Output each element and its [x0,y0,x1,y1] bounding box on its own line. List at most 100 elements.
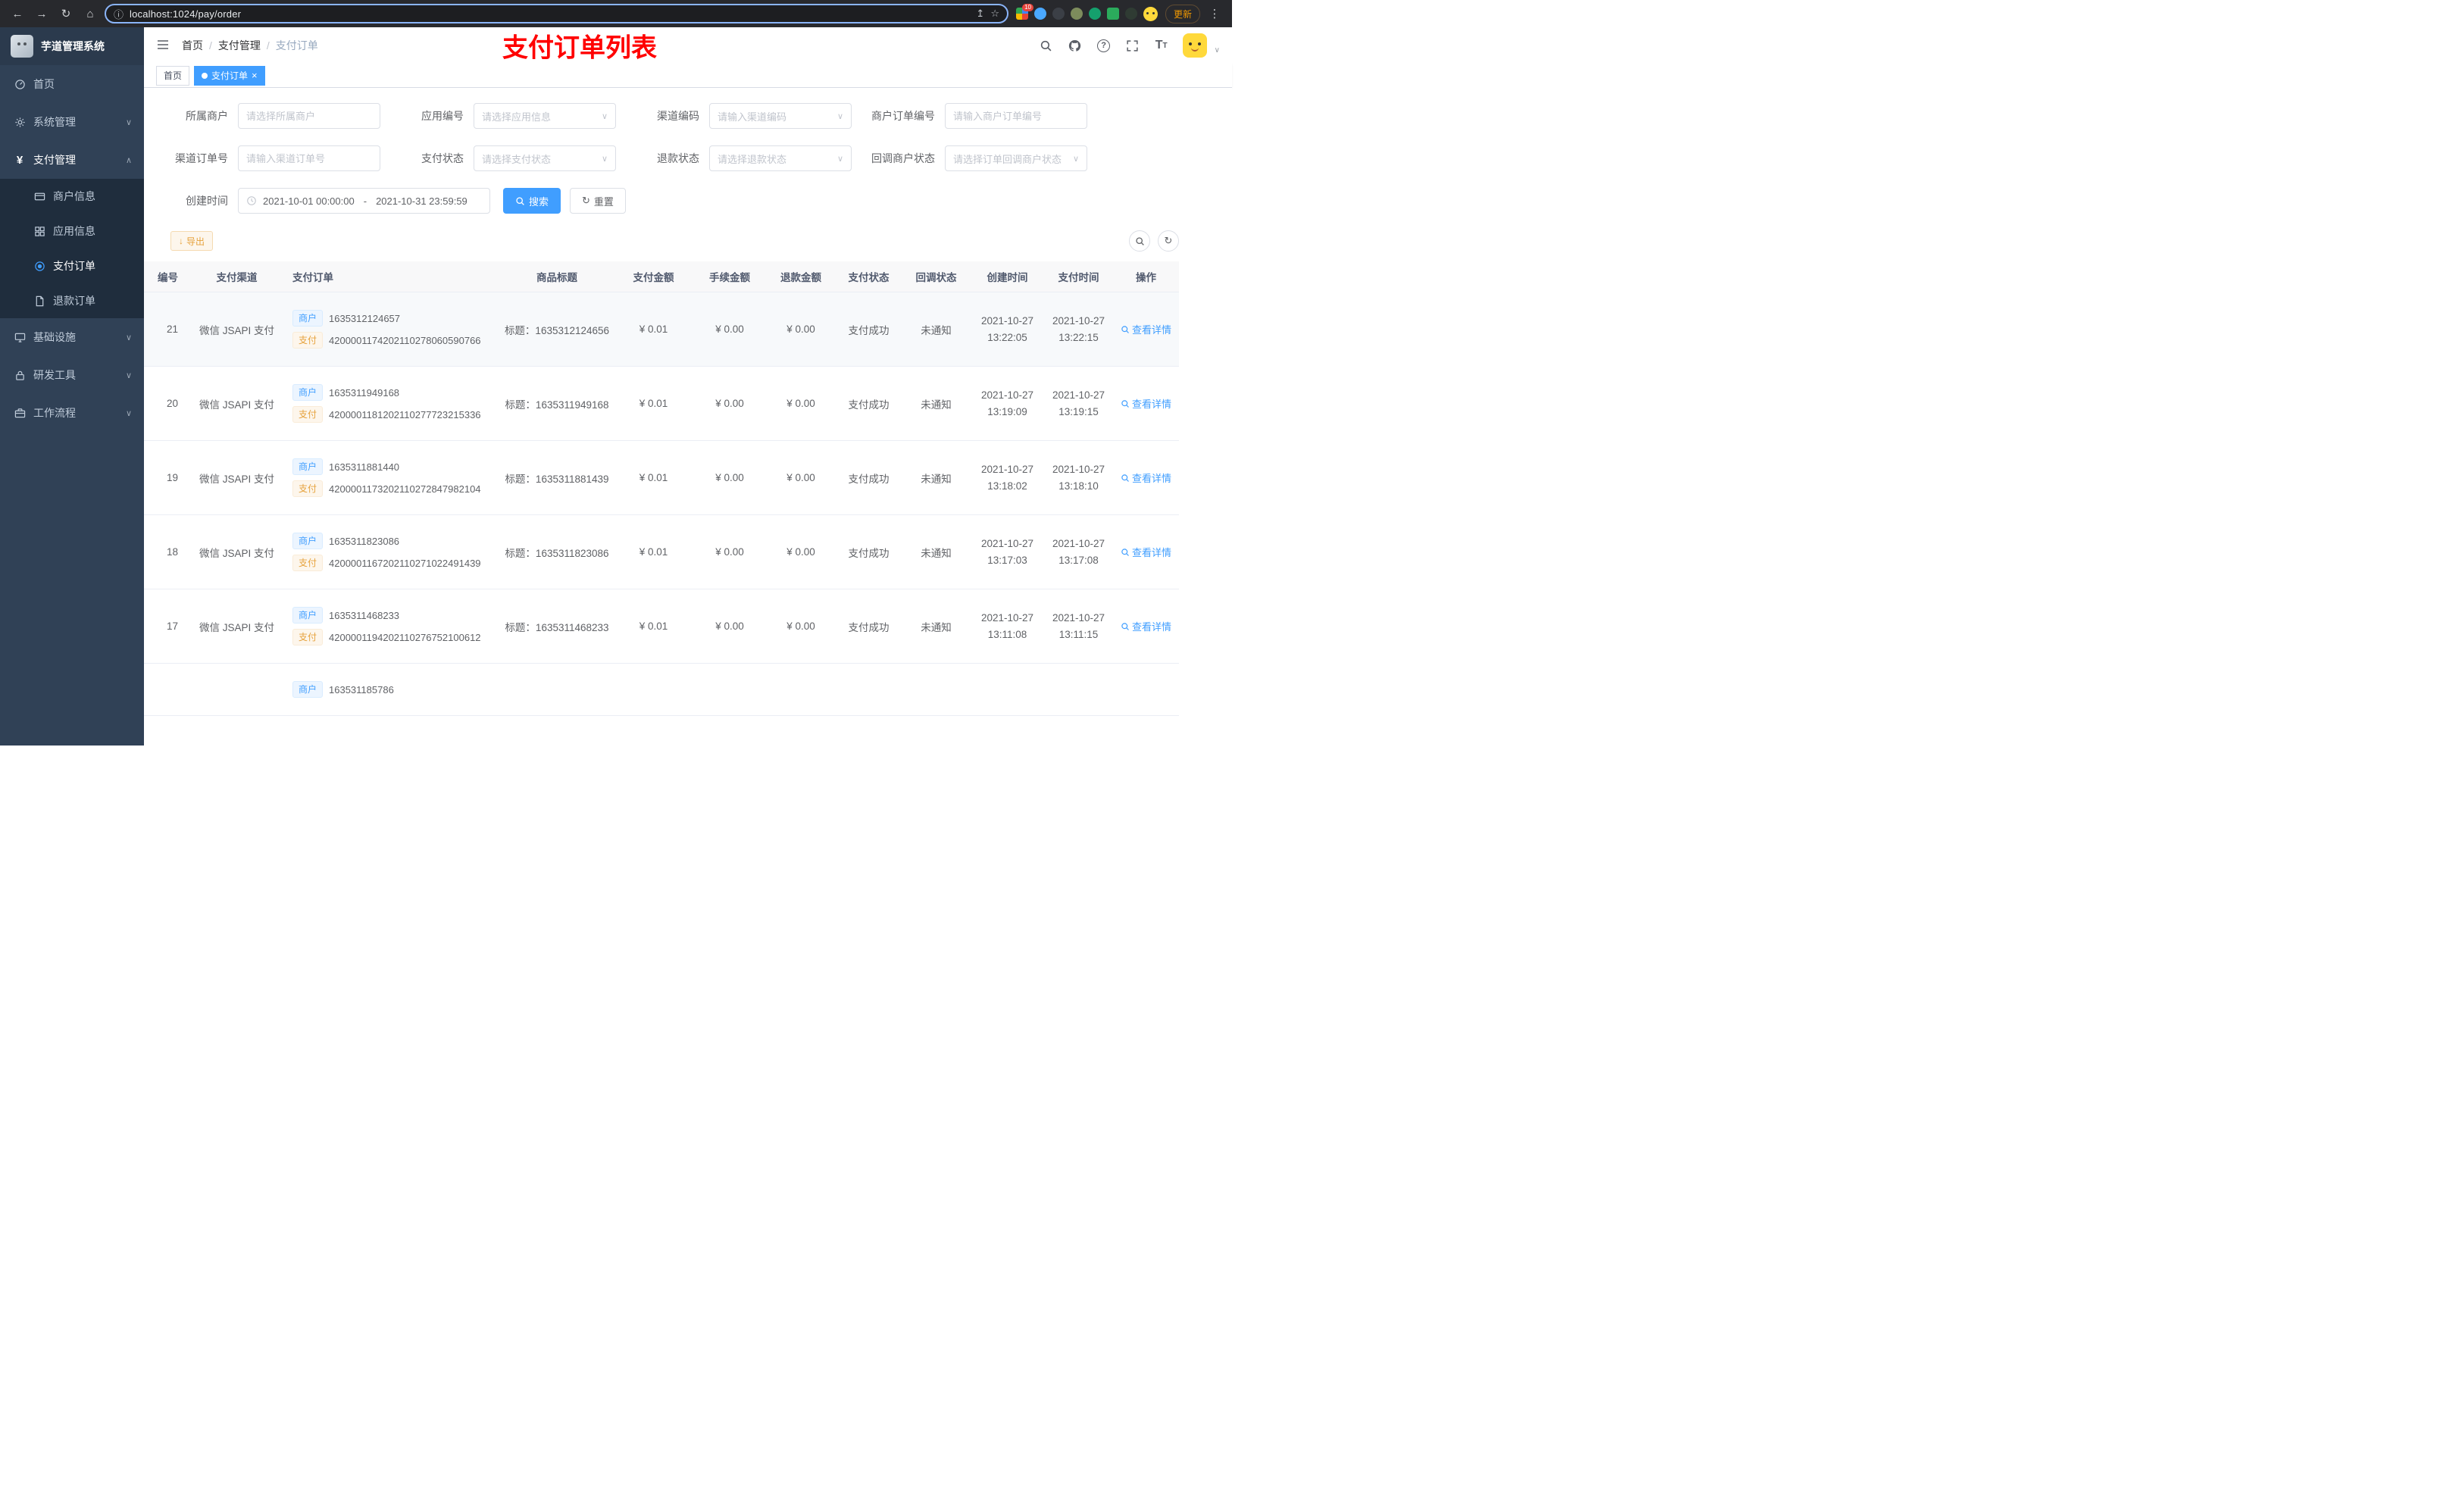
cell-id: 20 [144,366,186,441]
extension-icon[interactable] [1106,8,1119,20]
extension-grid-icon[interactable]: 10 [1015,4,1033,20]
browser-profile-avatar[interactable] [1143,6,1158,21]
sidebar-item-workflow[interactable]: 工作流程 ∨ [0,394,144,432]
extension-icon[interactable] [1033,8,1046,20]
search-button[interactable]: 搜索 [503,188,561,214]
address-bar[interactable]: ⓘ localhost:1024/pay/order ↥ ☆ [105,4,1008,23]
bookmark-star-icon[interactable]: ☆ [990,8,999,20]
browser-update-button[interactable]: 更新 [1165,4,1200,23]
breadcrumb-home[interactable]: 首页 [182,38,203,53]
share-icon[interactable]: ↥ [976,8,984,20]
view-detail-link[interactable]: 查看详情 [1121,619,1171,633]
cell-refund: ¥ 0.00 [766,440,836,515]
refund-status-select[interactable]: 请选择退款状态 ∨ [709,145,852,171]
date-end[interactable]: 2021-10-31 23:59:59 [376,195,467,207]
sidebar-item-home[interactable]: 首页 [0,65,144,103]
cell-id: 18 [144,514,186,589]
view-detail-link[interactable]: 查看详情 [1121,322,1171,336]
browser-home-icon[interactable]: ⌂ [80,4,100,23]
pay-tag: 支付 [292,332,324,349]
tab-home[interactable]: 首页 [156,65,190,86]
sidebar-item-system[interactable]: 系统管理 ∨ [0,103,144,141]
cell-channel: 微信 JSAPI 支付 [186,440,288,515]
extension-icon[interactable] [1052,8,1065,20]
view-detail-link[interactable]: 查看详情 [1121,396,1171,411]
chevron-down-icon: ∨ [125,370,132,380]
cell-create-time: 2021-10-27 13:19:09 [971,366,1044,441]
sidebar-item-payment[interactable]: ¥ 支付管理 ∧ [0,141,144,179]
chevron-down-icon: ∨ [125,408,132,418]
date-start[interactable]: 2021-10-01 00:00:00 [263,195,355,207]
user-avatar[interactable] [1182,33,1207,58]
sidebar: 芋道管理系统 首页 系统管理 ∨ ¥ 支付管理 ∧ 商户信息 应用信息 支付订单… [0,27,144,746]
briefcase-icon [14,407,26,419]
chevron-down-icon: ∨ [125,117,132,127]
notify-status-select[interactable]: 请选择订单回调商户状态 ∨ [945,145,1087,171]
merchant-input[interactable] [238,103,380,129]
table-row[interactable]: 19 微信 JSAPI 支付 商户 1635311881440 支付 42000… [144,440,1179,515]
sidebar-item-refund-order[interactable]: 退款订单 [0,283,144,318]
browser-reload-icon[interactable]: ↻ [56,4,76,23]
table-row[interactable]: 20 微信 JSAPI 支付 商户 1635311949168 支付 42000… [144,366,1179,441]
pay-status-select[interactable]: 请选择支付状态 ∨ [474,145,616,171]
sidebar-nav: 首页 系统管理 ∨ ¥ 支付管理 ∧ 商户信息 应用信息 支付订单 退款订单 基… [0,65,144,432]
avatar-caret-icon[interactable]: ∨ [1215,46,1220,58]
sidebar-item-infra[interactable]: 基础设施 ∨ [0,318,144,356]
search-icon[interactable] [1039,38,1054,53]
sidebar-item-app-info[interactable]: 应用信息 [0,214,144,248]
extension-badge: 10 [1022,4,1033,11]
sidebar-item-merchant-info[interactable]: 商户信息 [0,179,144,214]
breadcrumb-payment[interactable]: 支付管理 [218,38,261,53]
refresh-table-button[interactable]: ↻ [1158,230,1179,252]
sidebar-toggle-icon[interactable] [156,38,171,53]
merchant-tag: 商户 [292,681,324,698]
grid-icon [33,225,45,237]
cell-channel: 微信 JSAPI 支付 [186,514,288,589]
fullscreen-icon[interactable] [1125,38,1140,53]
table-header-row: 编号 支付渠道 支付订单 商品标题 支付金额 手续金额 退款金额 支付状态 回调… [144,261,1179,292]
browser-menu-icon[interactable]: ⋮ [1205,4,1224,23]
url-text[interactable]: localhost:1024/pay/order [130,8,970,20]
cell-pay-status: 支付成功 [836,292,902,367]
pay-tag: 支付 [292,480,324,497]
sidebar-item-devtools[interactable]: 研发工具 ∨ [0,356,144,394]
view-detail-link[interactable]: 查看详情 [1121,470,1171,485]
cell-amount: ¥ 0.01 [614,366,693,441]
tab-close-icon[interactable]: × [252,70,258,80]
table-row[interactable]: 18 微信 JSAPI 支付 商户 1635311823086 支付 42000… [144,514,1179,589]
pay-order-no: 4200001167202110271022491439 [329,557,481,569]
merchant-order-no-input[interactable] [945,103,1087,129]
extension-icon[interactable] [1124,8,1137,20]
help-icon[interactable]: ? [1096,38,1112,53]
cell-channel: 微信 JSAPI 支付 [186,366,288,441]
browser-back-icon[interactable]: ← [8,4,27,23]
page-title-annotation: 支付订单列表 [502,33,657,63]
tab-pay-order[interactable]: 支付订单 × [194,65,265,86]
info-icon[interactable]: ⓘ [114,7,124,21]
table-row[interactable]: 17 微信 JSAPI 支付 商户 1635311468233 支付 42000… [144,589,1179,664]
channel-code-select[interactable]: 请输入渠道编码 ∨ [709,103,852,129]
table-row[interactable]: 21 微信 JSAPI 支付 商户 1635312124657 支付 42000… [144,292,1179,367]
app-select[interactable]: 请选择应用信息 ∨ [474,103,616,129]
reset-button[interactable]: ↻ 重置 [570,188,626,214]
extension-icon[interactable] [1088,8,1101,20]
toggle-search-button[interactable] [1129,230,1150,252]
target-icon [33,260,45,272]
cell-pay-time: 2021-10-27 13:18:10 [1044,440,1113,515]
cell-id: 17 [144,589,186,664]
navbar: 首页 / 支付管理 / 支付订单 支付订单列表 ? TT ∨ [144,27,1232,64]
cell-refund: ¥ 0.00 [766,366,836,441]
github-icon[interactable] [1068,38,1083,53]
merchant-order-no: 1635311468233 [329,609,400,621]
extension-icon[interactable] [1070,8,1083,20]
channel-order-no-input[interactable] [238,145,380,171]
clock-icon [246,195,257,206]
sidebar-item-pay-order[interactable]: 支付订单 [0,248,144,283]
export-button[interactable]: ↓ 导出 [170,231,214,251]
font-size-icon[interactable]: TT [1154,38,1169,53]
browser-forward-icon[interactable]: → [32,4,52,23]
merchant-tag: 商户 [292,533,324,549]
view-detail-link[interactable]: 查看详情 [1121,545,1171,559]
create-time-range-picker[interactable]: 2021-10-01 00:00:00 - 2021-10-31 23:59:5… [238,188,490,214]
cell-fee: ¥ 0.00 [693,292,766,367]
